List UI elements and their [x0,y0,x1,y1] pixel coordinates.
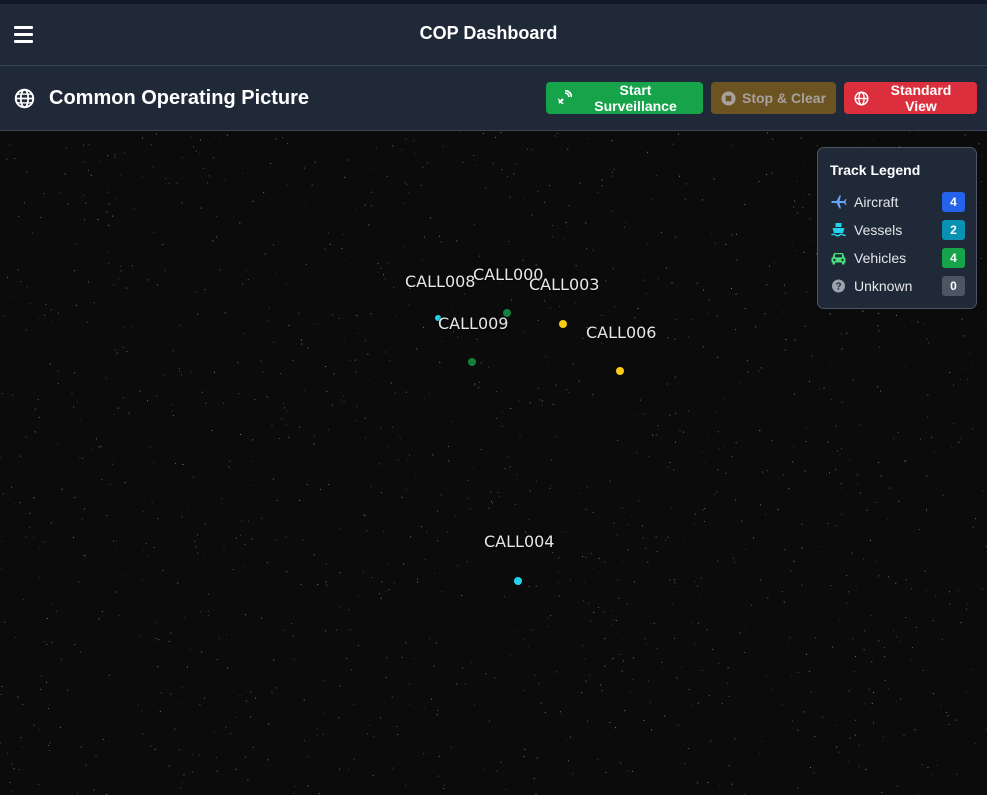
map-view[interactable]: CALL008 CALL000 CALL003 CALL009 CALL006 … [0,131,987,795]
standard-view-button[interactable]: Standard View [844,82,977,114]
top-navbar: COP Dashboard [0,0,987,66]
count-badge: 4 [942,248,965,268]
car-icon [831,253,846,265]
stop-clear-label: Stop & Clear [742,90,827,106]
track-legend: Track Legend Aircraft 4 Vessels 2 Vehicl… [817,147,977,309]
track-marker[interactable] [468,358,476,366]
svg-text:?: ? [835,282,841,293]
start-surveillance-button[interactable]: Start Surveillance [546,82,703,114]
count-badge: 2 [942,220,965,240]
track-marker[interactable] [616,367,624,375]
globe-icon [14,88,35,109]
stop-clear-button[interactable]: Stop & Clear [711,82,836,114]
ship-icon [831,223,846,237]
legend-title: Track Legend [830,162,921,178]
legend-label: Vessels [854,222,903,238]
legend-item-vehicles: Vehicles 4 [830,248,965,268]
question-icon: ? [832,279,845,293]
globe-icon [854,91,869,105]
legend-item-unknown: ? Unknown 0 [830,276,965,296]
legend-item-vessels: Vessels 2 [830,220,965,240]
legend-label: Aircraft [854,194,899,210]
stop-circle-icon [721,90,736,106]
track-label: CALL003 [529,275,600,294]
count-badge: 4 [942,192,965,212]
page-title: Common Operating Picture [49,87,310,109]
track-marker[interactable] [559,320,567,328]
track-marker[interactable] [514,577,522,585]
standard-view-label: Standard View [890,82,952,114]
track-label: CALL008 [405,272,476,291]
track-label: CALL006 [586,323,657,342]
legend-label: Vehicles [854,250,907,266]
track-label: CALL004 [484,532,555,551]
start-surveillance-label: Start Surveillance [594,82,677,114]
toolbar: Common Operating Picture Start Surveilla… [0,66,987,131]
plane-icon [831,195,847,209]
legend-label: Unknown [854,278,913,294]
count-badge: 0 [942,276,965,296]
legend-item-aircraft: Aircraft 4 [830,192,965,212]
satellite-dish-icon [558,90,572,104]
track-label: CALL009 [438,314,509,333]
app-title: COP Dashboard [419,23,558,43]
